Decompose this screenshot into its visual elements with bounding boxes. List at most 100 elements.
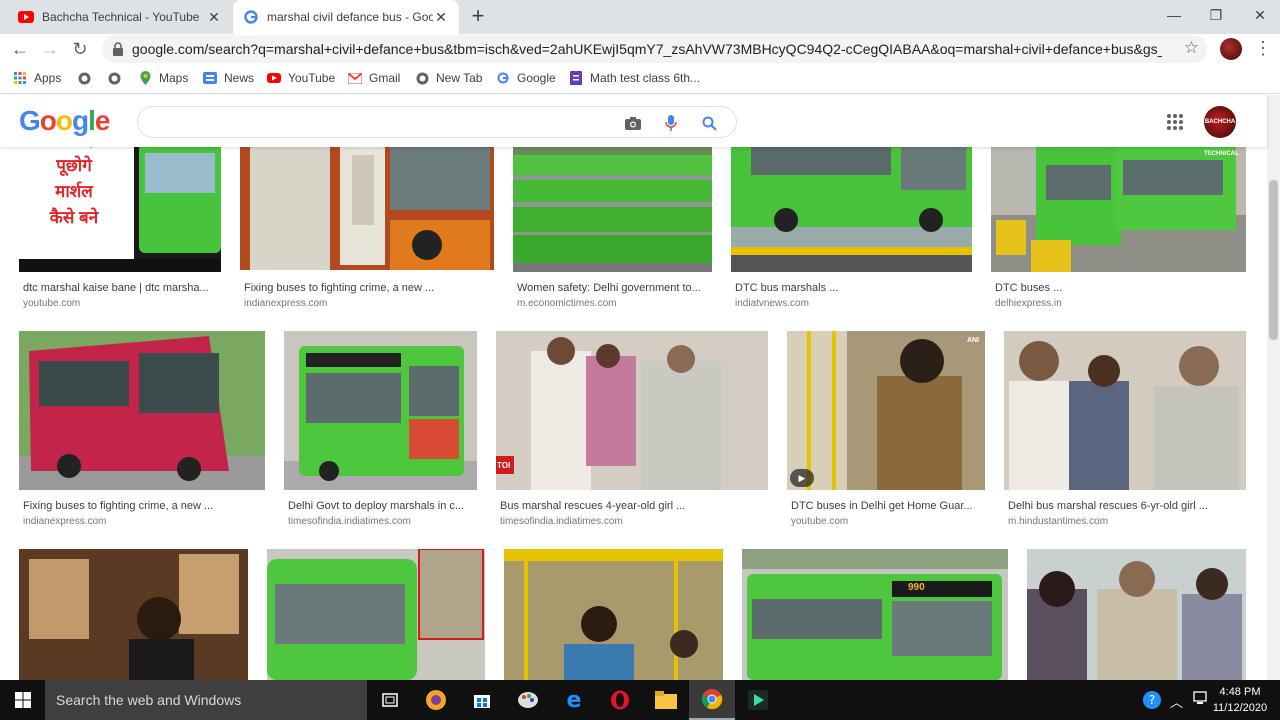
close-tab-icon[interactable]: ✕	[206, 9, 222, 26]
result-card[interactable]	[267, 549, 485, 680]
task-view-icon[interactable]	[367, 680, 413, 720]
bookmark-gmail[interactable]: Gmail	[348, 71, 400, 85]
result-card[interactable]: जब नही पूछोगे मार्शल कैसे बने dtc marsha…	[19, 135, 221, 310]
result-caption[interactable]: Delhi bus marshal rescues 6-yr-old girl …	[1008, 500, 1246, 512]
opera-icon[interactable]	[597, 680, 643, 720]
result-thumbnail[interactable]: 990	[742, 549, 1008, 680]
result-source[interactable]: timesofindia.indiatimes.com	[500, 516, 623, 527]
result-source[interactable]: youtube.com	[791, 516, 848, 527]
tab-google-search[interactable]: marshal civil defance bus - Goog ✕	[233, 0, 459, 34]
bookmark-globe-1[interactable]	[77, 71, 98, 85]
result-card[interactable]	[1027, 549, 1246, 680]
result-caption[interactable]: DTC buses in Delhi get Home Guar...	[791, 500, 985, 512]
result-card[interactable]: Delhi bus marshal rescues 6-yr-old girl …	[1004, 331, 1246, 531]
result-thumbnail[interactable]: ANI ▶	[787, 331, 985, 490]
result-thumbnail[interactable]	[240, 135, 494, 270]
tab-youtube[interactable]: Bachcha Technical - YouTube ✕	[8, 0, 232, 34]
forward-icon[interactable]: →	[39, 38, 61, 60]
maps-pin-icon	[138, 71, 152, 85]
result-caption[interactable]: dtc marshal kaise bane | dtc marsha...	[23, 282, 221, 294]
show-hidden-icons-icon[interactable]: ︿	[1170, 692, 1183, 711]
bookmark-new-tab[interactable]: New Tab	[415, 71, 482, 85]
windows-start-icon[interactable]	[0, 680, 45, 720]
result-thumbnail[interactable]	[1004, 331, 1246, 490]
result-caption[interactable]: DTC bus marshals ...	[735, 282, 972, 294]
result-card[interactable]: Fixing buses to fighting crime, a new ..…	[240, 135, 494, 310]
video-editor-icon[interactable]	[735, 680, 781, 720]
result-source[interactable]: indiatvnews.com	[735, 298, 809, 309]
search-icon[interactable]	[699, 113, 719, 133]
camera-icon[interactable]	[623, 113, 643, 133]
bookmark-google[interactable]: Google	[496, 71, 556, 85]
result-thumbnail[interactable]	[731, 135, 972, 272]
result-card[interactable]: Delhi Govt to deploy marshals in c... ti…	[284, 331, 477, 531]
tab-title: marshal civil defance bus - Goog	[267, 10, 433, 24]
result-card[interactable]	[19, 549, 248, 680]
result-card[interactable]: TOI Bus marshal rescues 4-year-old girl …	[496, 331, 768, 531]
result-thumbnail[interactable]	[1027, 549, 1246, 680]
result-thumbnail[interactable]: TOI	[496, 331, 768, 490]
bookmark-youtube[interactable]: YouTube	[267, 71, 335, 85]
result-caption[interactable]: Bus marshal rescues 4-year-old girl ...	[500, 500, 768, 512]
minimize-icon[interactable]: —	[1152, 0, 1196, 30]
bookmark-news[interactable]: News	[203, 71, 254, 85]
result-source[interactable]: m.hindustantimes.com	[1008, 516, 1108, 527]
result-thumbnail[interactable]	[504, 549, 723, 680]
result-thumbnail[interactable]	[19, 549, 248, 680]
bookmark-label: Math test class 6th...	[590, 71, 701, 85]
result-source[interactable]: m.economictimes.com	[517, 298, 616, 309]
vertical-scrollbar[interactable]	[1267, 95, 1280, 680]
result-thumbnail[interactable]	[513, 135, 712, 272]
bookmark-label: Maps	[159, 71, 189, 85]
result-caption[interactable]: Women safety: Delhi government to...	[517, 282, 712, 294]
close-window-icon[interactable]: ✕	[1238, 0, 1280, 30]
result-caption[interactable]: Delhi Govt to deploy marshals in c...	[288, 500, 477, 512]
maximize-icon[interactable]: ❐	[1194, 0, 1238, 30]
microphone-icon[interactable]	[661, 113, 681, 133]
result-caption[interactable]: Fixing buses to fighting crime, a new ..…	[244, 282, 494, 294]
bookmark-globe-2[interactable]	[107, 71, 128, 85]
system-clock[interactable]: 4:48 PM 11/12/2020	[1205, 684, 1275, 716]
result-card[interactable]: ANI ▶ DTC buses in Delhi get Home Guar..…	[787, 331, 985, 531]
bookmark-maps[interactable]: Maps	[138, 71, 188, 85]
result-source[interactable]: timesofindia.indiatimes.com	[288, 516, 411, 527]
back-icon[interactable]: ←	[9, 38, 31, 60]
google-apps-icon[interactable]	[1166, 113, 1184, 131]
app-icon[interactable]	[413, 680, 459, 720]
result-source[interactable]: indianexpress.com	[244, 298, 327, 309]
result-source[interactable]: delhiexpress.in	[995, 298, 1062, 309]
search-input[interactable]	[137, 106, 737, 138]
google-logo[interactable]: Google	[19, 105, 110, 137]
new-tab-button[interactable]: +	[468, 5, 488, 27]
reload-icon[interactable]: ↻	[69, 38, 91, 60]
store-icon[interactable]	[459, 680, 505, 720]
result-thumbnail[interactable]: जब नही पूछोगे मार्शल कैसे बने	[19, 135, 221, 272]
result-card[interactable]: Fixing buses to fighting crime, a new ..…	[19, 331, 265, 531]
account-avatar[interactable]: BACHCHA TECHNICAL	[1204, 106, 1239, 157]
chrome-icon[interactable]	[689, 680, 735, 720]
result-thumbnail[interactable]	[267, 549, 485, 680]
result-card[interactable]: Women safety: Delhi government to... m.e…	[513, 135, 712, 310]
bookmark-apps[interactable]: Apps	[13, 71, 61, 85]
menu-icon[interactable]: ⋮	[1254, 38, 1272, 59]
taskbar-search-input[interactable]: Search the web and Windows	[45, 680, 367, 720]
result-source[interactable]: youtube.com	[23, 298, 80, 309]
result-card[interactable]: 990	[742, 549, 1008, 680]
result-card[interactable]	[504, 549, 723, 680]
bookmark-star-icon[interactable]: ☆	[1184, 38, 1199, 58]
result-card[interactable]: DTC bus marshals ... indiatvnews.com	[731, 135, 972, 310]
bookmark-math-test[interactable]: Math test class 6th...	[569, 71, 700, 85]
result-caption[interactable]: Fixing buses to fighting crime, a new ..…	[23, 500, 265, 512]
scrollbar-thumb[interactable]	[1269, 180, 1278, 340]
help-icon[interactable]: ?	[1142, 690, 1162, 713]
result-source[interactable]: indianexpress.com	[23, 516, 106, 527]
result-caption[interactable]: DTC buses ...	[995, 282, 1246, 294]
paint-icon[interactable]	[505, 680, 551, 720]
file-explorer-icon[interactable]	[643, 680, 689, 720]
close-tab-icon[interactable]: ✕	[433, 9, 449, 26]
result-thumbnail[interactable]	[284, 331, 477, 490]
result-thumbnail[interactable]	[19, 331, 265, 490]
edge-icon[interactable]: e	[551, 680, 597, 720]
profile-avatar[interactable]	[1220, 38, 1242, 60]
address-bar[interactable]: google.com/search?q=marshal+civil+defanc…	[102, 35, 1207, 63]
